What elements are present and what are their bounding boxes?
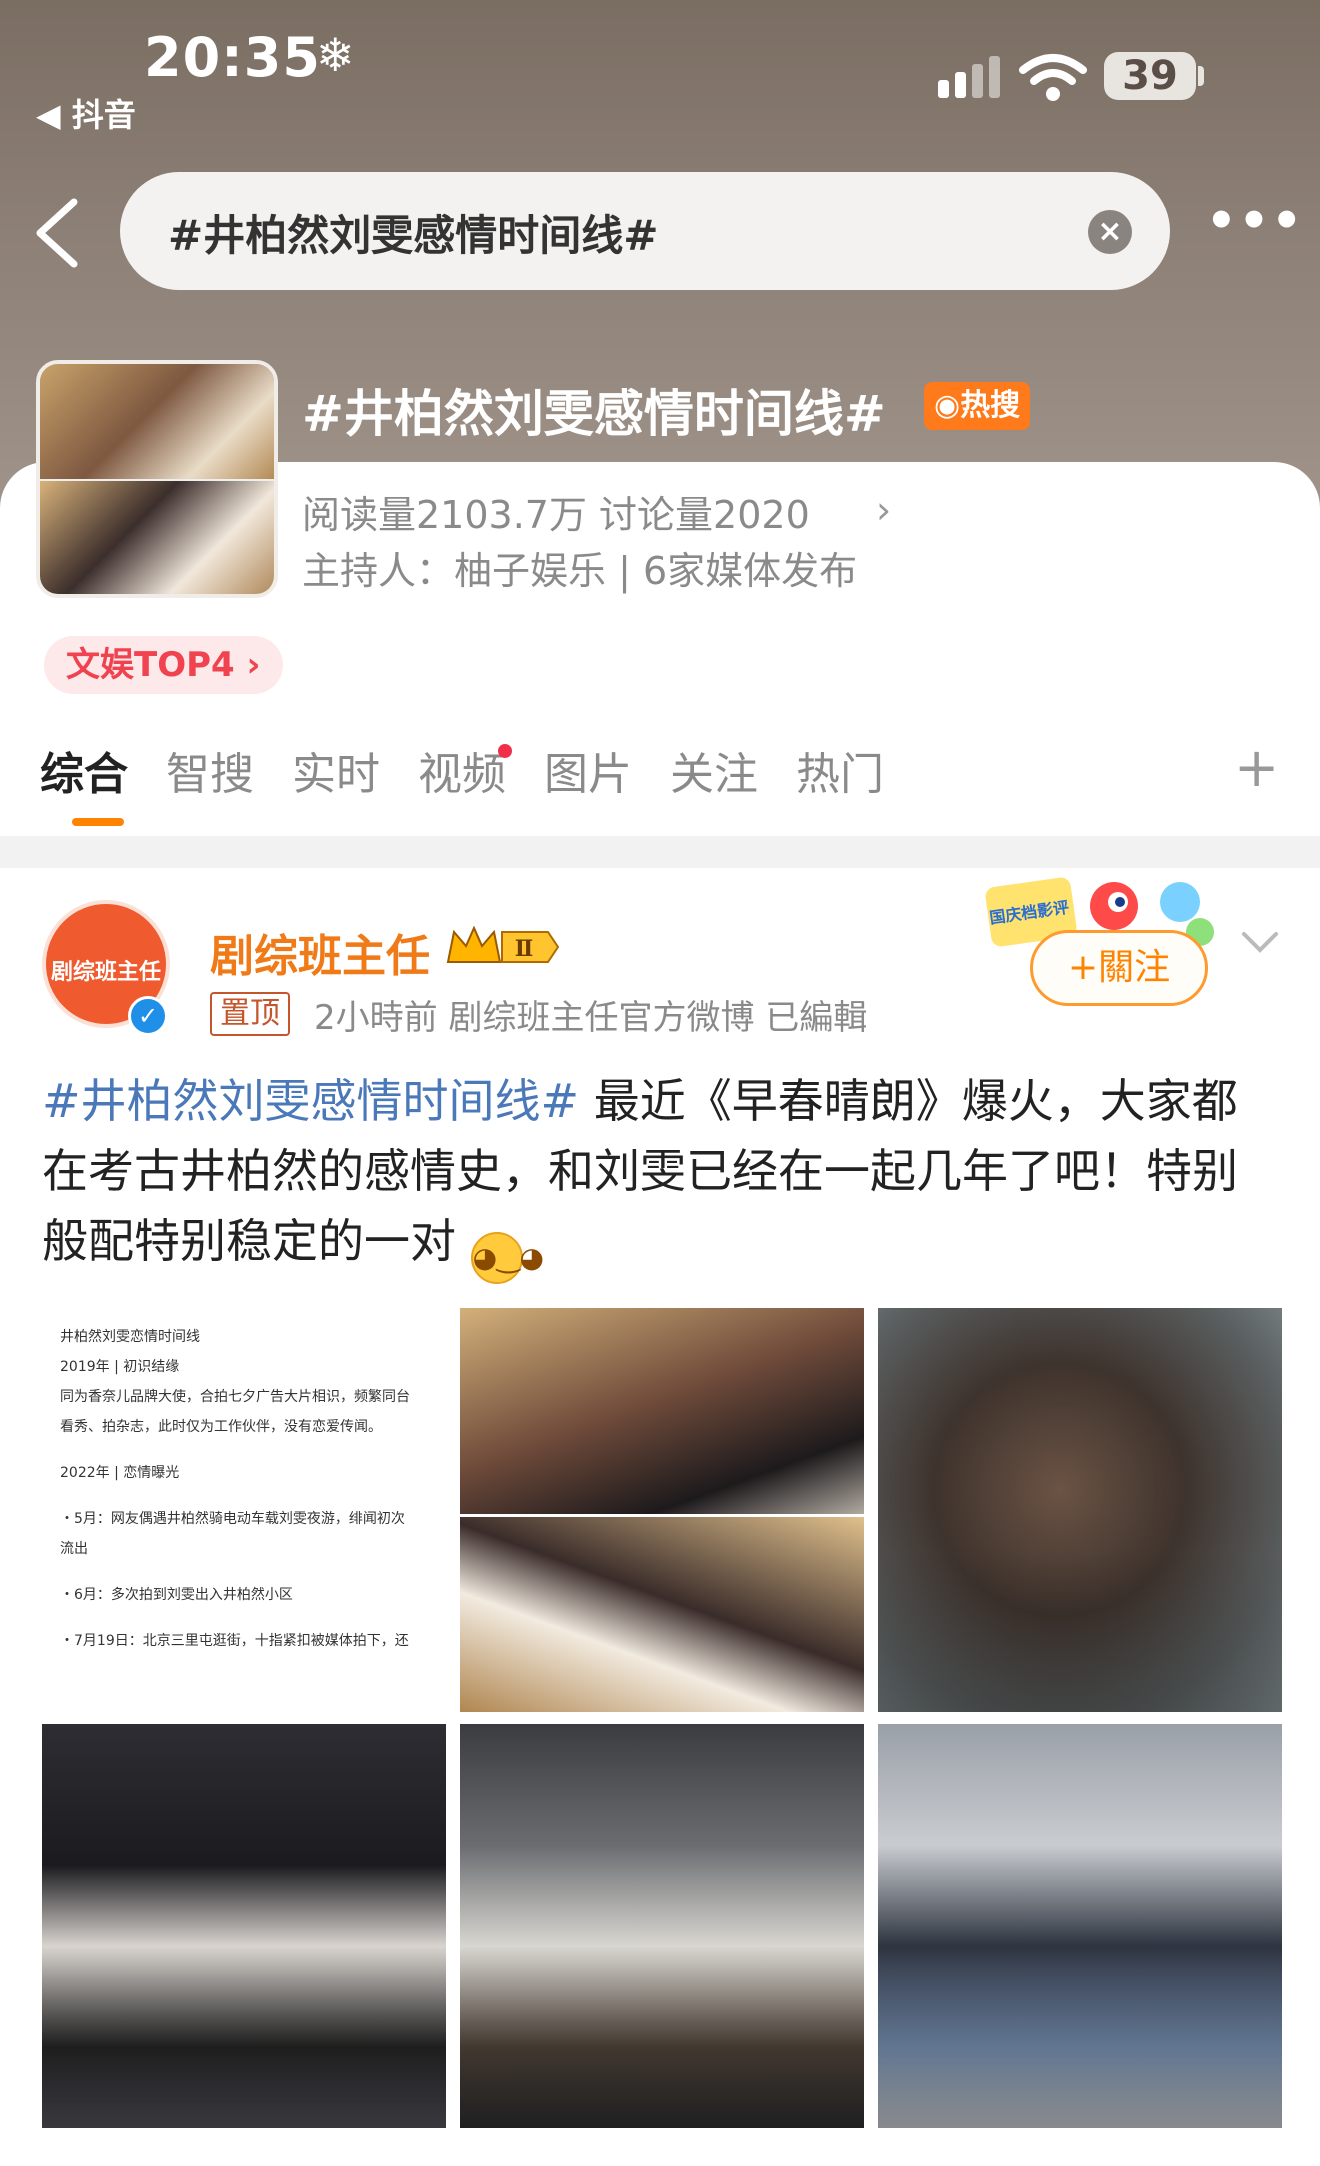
topic-cover-image[interactable] [36, 360, 278, 598]
doc-line [60, 1488, 428, 1504]
search-input[interactable]: #井柏然刘雯感情时间线# × [120, 172, 1170, 290]
hot-search-badge: ◉热搜 [924, 382, 1031, 430]
tab-following[interactable]: 关注 [670, 738, 758, 802]
pleading-face-icon: ◕‿◕ [470, 1232, 544, 1284]
doc-lines: 井柏然刘雯恋情时间线 2019年 | 初识结缘同为香奈儿品牌大使，合拍七夕广告大片… [60, 1322, 428, 1656]
doc-line: ・6月：多次拍到刘雯出入井柏然小区 [60, 1587, 293, 1603]
tab-pictures[interactable]: 图片 [544, 738, 632, 802]
grid-photo-3[interactable] [878, 1308, 1282, 1712]
doc-line: 流出 [60, 1541, 88, 1557]
tab-comprehensive[interactable]: 综合 [40, 738, 128, 802]
back-to-app-button[interactable]: ◀ 抖音 [36, 90, 136, 136]
active-tab-indicator [72, 818, 124, 826]
grid-photo-6[interactable] [878, 1724, 1282, 2128]
doc-line: 2019年 | 初识结缘 [60, 1359, 180, 1375]
post-meta: 2小時前 剧综班主任官方微博 已編輯 [314, 998, 868, 1038]
topic-stats[interactable]: 阅读量2103.7万 讨论量2020 [302, 484, 810, 539]
grid-photo-2[interactable] [460, 1308, 864, 1712]
clear-search-icon[interactable]: × [1088, 210, 1132, 254]
pinned-tag: 置顶 [210, 992, 290, 1036]
grid-photo-5[interactable] [460, 1724, 864, 2128]
wifi-icon [1019, 54, 1087, 101]
cover-photo-bottom [40, 479, 274, 594]
timeline-document-image[interactable]: 井柏然刘雯恋情时间线 2019年 | 初识结缘同为香奈儿品牌大使，合拍七夕广告大片… [42, 1308, 446, 1712]
snowflake-icon: ❄ [316, 28, 355, 82]
section-divider [0, 836, 1320, 868]
image-grid: 井柏然刘雯恋情时间线 2019年 | 初识结缘同为香奈儿品牌大使，合拍七夕广告大片… [42, 1308, 1282, 2128]
author-name[interactable]: 剧综班主任 [210, 920, 430, 984]
tab-realtime[interactable]: 实时 [292, 738, 380, 802]
follow-button[interactable]: +關注 [1030, 930, 1208, 1006]
tab-fade [1140, 740, 1220, 810]
back-app-label: 抖音 [71, 96, 136, 134]
add-tab-icon[interactable]: + [1234, 736, 1279, 799]
rank-label: 文娱TOP4 [66, 645, 235, 685]
topic-title: #井柏然刘雯感情时间线# [302, 385, 886, 443]
tab-smart-search[interactable]: 智搜 [166, 738, 254, 802]
doc-line: ・7月19日：北京三里屯逛街，十指紧扣被媒体拍下，还 [60, 1633, 409, 1649]
doc-line [60, 1564, 428, 1580]
photo-shade [460, 1966, 864, 2128]
verified-icon: ✓ [128, 996, 168, 1036]
avatar-text: 剧综班主任 [50, 960, 161, 985]
doc-line: ・5月：网友偶遇井柏然骑电动车载刘雯夜游，绯闻初次 [60, 1511, 405, 1527]
grid-photo-2-lower [460, 1514, 864, 1712]
back-arrow-icon[interactable] [30, 196, 84, 270]
rank-badge[interactable]: 文娱TOP4 › [44, 636, 283, 694]
tab-bar: 综合 智搜 实时 视频 图片 关注 热门 [0, 738, 1320, 838]
vip-level: Ⅱ [515, 936, 534, 962]
photo-shade [878, 1550, 1282, 1712]
hashtag-link[interactable]: #井柏然刘雯感情时间线# [42, 1074, 579, 1128]
doc-line [60, 1610, 428, 1626]
photo-shade [42, 1966, 446, 2128]
more-options-icon[interactable]: ••• [1206, 197, 1302, 256]
post-body: #井柏然刘雯感情时间线# 最近《早春晴朗》爆火，大家都在考古井柏然的感情史，和刘… [42, 1066, 1282, 1284]
doc-line: 2022年 | 恋情曝光 [60, 1465, 180, 1481]
photo-shade [878, 1966, 1282, 2128]
doc-line: 井柏然刘雯恋情时间线 [60, 1329, 200, 1345]
grid-photo-4[interactable] [42, 1724, 446, 2128]
vip-badge-icon: Ⅱ [446, 925, 560, 963]
tab-video[interactable]: 视频 [418, 738, 506, 802]
topic-host[interactable]: 主持人：柚子娱乐 | 6家媒体发布 [302, 540, 857, 595]
tab-hot[interactable]: 热门 [796, 738, 884, 802]
status-time: 20:35 [144, 26, 321, 89]
new-content-dot [498, 744, 512, 758]
search-query: #井柏然刘雯感情时间线# [168, 211, 659, 260]
cover-photo-top [40, 364, 274, 479]
hot-badge-label: 热搜 [960, 388, 1021, 423]
chevron-right-icon[interactable]: › [876, 488, 891, 532]
battery-tip [1198, 66, 1204, 86]
doc-line: 同为香奈儿品牌大使，合拍七夕广告大片相识，频繁同台 [60, 1389, 410, 1405]
signal-icon [938, 56, 1000, 98]
chevron-down-icon[interactable] [1240, 928, 1280, 958]
doc-line [60, 1442, 428, 1458]
doc-line: 看秀、拍杂志，此时仅为工作伙伴，没有恋爱传闻。 [60, 1419, 382, 1435]
battery-indicator: 39 [1104, 52, 1196, 100]
